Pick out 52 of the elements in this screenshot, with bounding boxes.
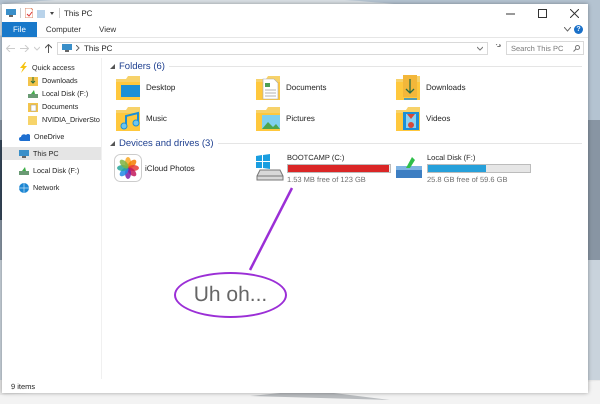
folder-item[interactable]: Documents (254, 73, 394, 101)
drive-with-windows-logo-icon (254, 154, 284, 182)
desktop-folder-icon (114, 73, 142, 101)
caret-icon[interactable] (477, 46, 483, 50)
folder-item[interactable]: Pictures (254, 104, 394, 132)
folder-label: Desktop (146, 82, 176, 92)
documents-folder-icon (254, 73, 282, 101)
window-title: This PC (64, 8, 92, 18)
computer-icon (6, 8, 16, 18)
globe-icon (19, 182, 29, 192)
videos-folder-icon (394, 104, 422, 132)
folder-label: Videos (426, 114, 450, 122)
chevron-icon (76, 45, 80, 51)
close-icon (570, 8, 578, 18)
cloud-icon (19, 132, 30, 140)
folder-item[interactable]: Videos (394, 104, 534, 132)
collapse-arrow-icon[interactable] (110, 64, 115, 68)
folder-item[interactable]: Downloads (394, 73, 534, 101)
lightning-icon (19, 62, 28, 73)
photos-app-icon (114, 154, 142, 182)
expand-ribbon-icon[interactable] (564, 27, 571, 32)
drive-icon (19, 166, 29, 176)
folder-label: Music (146, 114, 167, 122)
up-icon[interactable] (45, 44, 52, 52)
file-menu-button[interactable]: File (2, 22, 37, 37)
device-label: iCloud Photos (145, 164, 195, 172)
collapse-arrow-icon[interactable] (110, 140, 115, 146)
ribbon-tab[interactable]: View (90, 22, 126, 37)
section-title: Devices and drives (3) (119, 138, 214, 148)
caret-icon[interactable] (49, 10, 55, 16)
folder-label: Downloads (426, 82, 466, 92)
folder-label: Documents (286, 82, 326, 92)
address-bar[interactable]: This PC (57, 42, 488, 54)
folder-item[interactable]: Desktop (114, 73, 254, 101)
ribbon-tab[interactable]: Computer (36, 22, 90, 37)
computer-icon (62, 43, 72, 53)
document-folder-icon (28, 102, 38, 112)
section-title: Folders (6) (119, 60, 165, 72)
computer-icon (19, 148, 29, 158)
folder-label: Pictures (286, 114, 315, 122)
address-path: This PC (84, 44, 112, 52)
music-folder-icon (114, 104, 142, 132)
maximize-icon (538, 8, 546, 18)
download-folder-icon (28, 76, 38, 86)
document-icon[interactable] (25, 8, 33, 18)
drive-icon (28, 88, 38, 98)
download-folder-icon (394, 73, 422, 101)
folder-icon (28, 114, 38, 124)
folder-item[interactable]: Music (114, 104, 254, 132)
device-item[interactable]: iCloud Photos (114, 153, 254, 183)
pictures-folder-icon (254, 104, 282, 132)
search-icon (573, 44, 580, 52)
